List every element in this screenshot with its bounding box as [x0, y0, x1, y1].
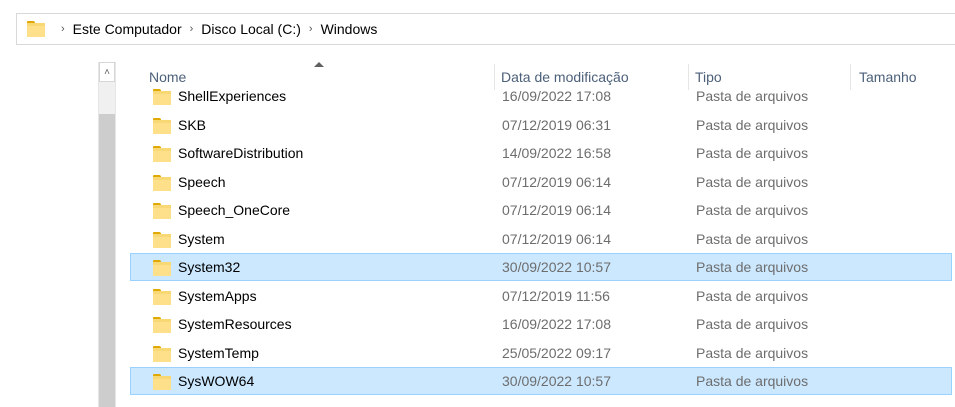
- chevron-right-icon[interactable]: ›: [61, 23, 65, 35]
- list-item[interactable]: System 07/12/2019 06:14 Pasta de arquivos: [130, 225, 952, 253]
- list-item[interactable]: ShellExperiences 16/09/2022 17:08 Pasta de…: [130, 82, 952, 110]
- chevron-right-icon[interactable]: ›: [190, 23, 194, 35]
- file-modified-date: 07/12/2019 06:14: [502, 174, 611, 190]
- file-modified-date: 07/12/2019 06:31: [502, 117, 611, 133]
- file-modified-date: 07/12/2019 06:14: [502, 202, 611, 218]
- file-modified-date: 16/09/2022 17:08: [502, 88, 611, 104]
- file-name: SystemApps: [178, 288, 257, 304]
- folder-icon: [153, 289, 171, 305]
- file-type: Pasta de arquivos: [696, 88, 809, 104]
- breadcrumb-item-windows[interactable]: Windows: [321, 21, 378, 37]
- scrollbar-thumb[interactable]: [99, 114, 115, 407]
- file-name: Speech: [178, 174, 226, 190]
- address-bar[interactable]: › Este Computador › Disco Local (C:) › W…: [16, 13, 955, 45]
- file-name: SoftwareDistribution: [178, 145, 304, 161]
- list-item[interactable]: SystemResources 16/09/2022 17:08 Pasta de …: [130, 310, 952, 338]
- chevron-right-icon[interactable]: ›: [309, 23, 313, 35]
- file-explorer-window: › Este Computador › Disco Local (C:) › W…: [0, 0, 955, 407]
- list-item[interactable]: SystemApps 07/12/2019 11:56 Pasta de arqui…: [130, 282, 952, 310]
- file-type: Pasta de arquivos: [696, 231, 809, 247]
- file-type: Pasta de arquivos: [696, 202, 809, 218]
- folder-icon: [27, 20, 47, 38]
- file-modified-date: 07/12/2019 11:56: [502, 288, 610, 304]
- folder-icon: [153, 317, 171, 333]
- file-name: SKB: [178, 117, 207, 133]
- chevron-up-icon[interactable]: ˄: [99, 62, 115, 82]
- list-item[interactable]: System32 30/09/2022 10:57 Pasta de arquivo…: [130, 253, 952, 281]
- file-modified-date: 14/09/2022 16:58: [502, 145, 611, 161]
- list-item[interactable]: Speech 07/12/2019 06:14 Pasta de arquivos: [130, 168, 952, 196]
- folder-icon: [153, 203, 171, 219]
- list-item[interactable]: SysWOW64 30/09/2022 10:57 Pasta de arquivo…: [130, 367, 952, 395]
- file-name: System32: [178, 259, 241, 275]
- file-type: Pasta de arquivos: [696, 373, 809, 389]
- file-name: SysWOW64: [178, 373, 255, 389]
- list-item[interactable]: Speech_OneCore 07/12/2019 06:14 Pasta de a…: [130, 196, 952, 224]
- file-modified-date: 16/09/2022 17:08: [502, 316, 611, 332]
- file-modified-date: 07/12/2019 06:14: [502, 231, 611, 247]
- folder-icon: [153, 374, 171, 390]
- breadcrumb-item-disco-local[interactable]: Disco Local (C:): [201, 21, 301, 37]
- file-modified-date: 30/09/2022 10:57: [502, 373, 611, 389]
- file-modified-date: 30/09/2022 10:57: [502, 259, 611, 275]
- file-name: SystemTemp: [178, 345, 259, 361]
- folder-icon: [153, 89, 171, 105]
- folder-icon: [153, 146, 171, 162]
- list-item[interactable]: SoftwareDistribution 14/09/2022 16:58 Past…: [130, 139, 952, 167]
- file-name: Speech_OneCore: [178, 202, 291, 218]
- list-item[interactable]: SystemTemp 25/05/2022 09:17 Pasta de arqui…: [130, 339, 952, 367]
- list-item[interactable]: SKB 07/12/2019 06:31 Pasta de arquivos: [130, 111, 952, 139]
- folder-icon: [153, 260, 171, 276]
- file-type: Pasta de arquivos: [696, 174, 809, 190]
- folder-icon: [153, 118, 171, 134]
- file-type: Pasta de arquivos: [696, 345, 809, 361]
- file-name: ShellExperiences: [178, 88, 287, 104]
- file-type: Pasta de arquivos: [696, 288, 809, 304]
- file-name: SystemResources: [178, 316, 292, 332]
- file-modified-date: 25/05/2022 09:17: [502, 345, 611, 361]
- folder-icon: [153, 175, 171, 191]
- folder-icon: [153, 346, 171, 362]
- file-type: Pasta de arquivos: [696, 259, 809, 275]
- file-type: Pasta de arquivos: [696, 117, 809, 133]
- folder-icon: [153, 232, 171, 248]
- breadcrumb-item-este-computador[interactable]: Este Computador: [73, 21, 182, 37]
- vertical-scrollbar[interactable]: ˄: [98, 62, 116, 407]
- file-type: Pasta de arquivos: [696, 145, 809, 161]
- file-type: Pasta de arquivos: [696, 316, 809, 332]
- file-name: System: [178, 231, 225, 247]
